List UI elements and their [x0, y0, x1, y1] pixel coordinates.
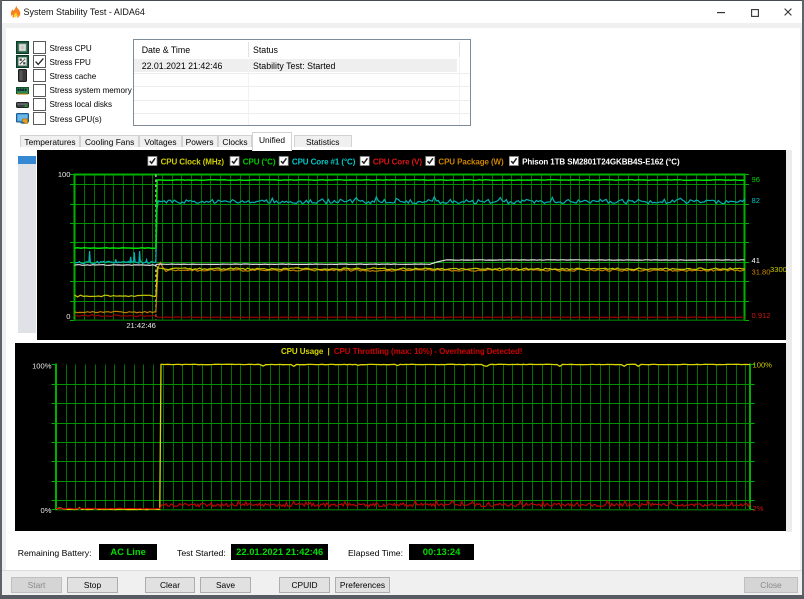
svg-text:3300: 3300: [770, 265, 787, 274]
svg-text:CPU Core (V): CPU Core (V): [372, 157, 421, 166]
svg-text:100: 100: [57, 169, 70, 178]
svg-text:100%: 100%: [32, 361, 52, 370]
svg-text:CPU Clock (MHz): CPU Clock (MHz): [160, 157, 224, 166]
svg-text:41: 41: [751, 256, 759, 265]
svg-text:96: 96: [751, 175, 759, 184]
svg-text:31.80: 31.80: [751, 267, 770, 276]
svg-text:CPU Core #1 (°C): CPU Core #1 (°C): [291, 157, 355, 166]
svg-text:0%: 0%: [41, 506, 52, 515]
svg-text:100%: 100%: [753, 361, 773, 370]
svg-text:0.912: 0.912: [751, 311, 770, 320]
svg-text:82: 82: [751, 196, 759, 205]
svg-text:CPU (°C): CPU (°C): [242, 157, 275, 166]
svg-text:0: 0: [66, 311, 70, 320]
svg-text:CPU Package (W): CPU Package (W): [438, 157, 504, 166]
svg-text:CPU Usage | CPU Throttling (: CPU Usage | CPU Throttling (max: 10%) - …: [281, 347, 522, 356]
svg-text:Phison 1TB SM2801T24GKBB4S-E16: Phison 1TB SM2801T24GKBB4S-E162 (°C): [522, 157, 680, 166]
svg-text:2%: 2%: [753, 504, 764, 513]
svg-text:21:42:46: 21:42:46: [126, 320, 156, 329]
